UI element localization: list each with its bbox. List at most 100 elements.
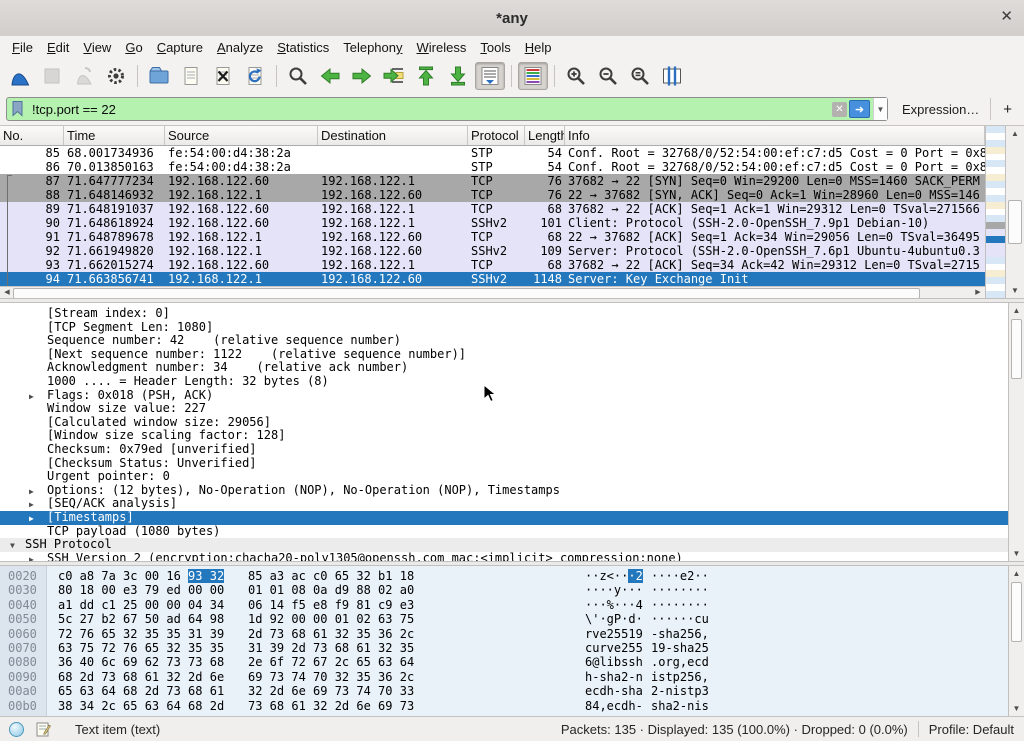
menu-analyze[interactable]: Analyze [211, 38, 271, 57]
packet-list-vscrollbar[interactable]: ▲ ▼ [1005, 126, 1024, 298]
detail-line[interactable]: ▶Flags: 0x018 (PSH, ACK) [0, 389, 1008, 403]
hex-row-0020[interactable]: 0020c0 a8 7a 3c 00 16 93 3285 a3 ac c0 6… [0, 569, 1008, 583]
expand-right-icon[interactable]: ▶ [29, 498, 34, 511]
detail-line[interactable]: Window size value: 227 [0, 402, 1008, 416]
detail-line[interactable]: [Next sequence number: 1122 (relative se… [0, 348, 1008, 362]
menu-view[interactable]: View [77, 38, 119, 57]
hex-row-0030[interactable]: 003080 18 00 e3 79 ed 00 0001 01 08 0a d… [0, 583, 1008, 597]
column-header-time[interactable]: Time [64, 126, 165, 145]
packet-row-91[interactable]: 9171.648789678192.168.122.1192.168.122.6… [0, 230, 985, 244]
go-last-button[interactable] [443, 62, 473, 90]
detail-line[interactable]: [Stream index: 0] [0, 307, 1008, 321]
detail-line[interactable]: ▼SSH Protocol [0, 538, 1008, 552]
column-header-source[interactable]: Source [165, 126, 318, 145]
go-forward-button[interactable] [347, 62, 377, 90]
hex-row-0040[interactable]: 0040a1 dd c1 25 00 00 04 3406 14 f5 e8 f… [0, 598, 1008, 612]
menu-statistics[interactable]: Statistics [271, 38, 337, 57]
titlebar[interactable]: *any ✕ [0, 0, 1024, 37]
detail-line[interactable]: Acknowledgment number: 34 (relative ack … [0, 361, 1008, 375]
detail-line[interactable]: [Window size scaling factor: 128] [0, 429, 1008, 443]
go-back-button[interactable] [315, 62, 345, 90]
detail-line[interactable]: [Calculated window size: 29056] [0, 416, 1008, 430]
scroll-left-icon[interactable]: ◀ [1, 287, 13, 298]
zoom-in-button[interactable] [561, 62, 591, 90]
details-vscrollbar[interactable]: ▲ ▼ [1008, 303, 1024, 561]
hex-row-00b0[interactable]: 00b038 34 2c 65 63 64 68 2d73 68 61 32 2… [0, 699, 1008, 713]
packet-row-89[interactable]: 8971.648191037192.168.122.60192.168.122.… [0, 202, 985, 216]
hex-row-0070[interactable]: 007063 75 72 76 65 32 35 3531 39 2d 73 6… [0, 641, 1008, 655]
packet-row-94[interactable]: 9471.663856741192.168.122.1192.168.122.6… [0, 272, 985, 286]
detail-line[interactable]: ▶SSH Version 2 (encryption:chacha20-poly… [0, 552, 1008, 561]
packet-row-86[interactable]: 8670.013850163fe:54:00:d4:38:2aSTP54Conf… [0, 160, 985, 174]
open-file-button[interactable] [144, 62, 174, 90]
detail-line[interactable]: 1000 .... = Header Length: 32 bytes (8) [0, 375, 1008, 389]
filter-dropdown-caret-icon[interactable]: ▼ [873, 98, 887, 120]
display-filter-input[interactable]: !tcp.port == 22 [26, 102, 832, 117]
menu-capture[interactable]: Capture [151, 38, 211, 57]
add-filter-button[interactable]: + [990, 98, 1018, 120]
bytes-vscrollbar[interactable]: ▲ ▼ [1008, 566, 1024, 716]
bytes-vscroll-thumb[interactable] [1011, 582, 1022, 642]
packet-row-92[interactable]: 9271.661949820192.168.122.1192.168.122.6… [0, 244, 985, 258]
expand-down-icon[interactable]: ▼ [10, 539, 15, 552]
menu-tools[interactable]: Tools [474, 38, 518, 57]
detail-line[interactable]: [TCP Segment Len: 1080] [0, 321, 1008, 335]
detail-line[interactable]: Checksum: 0x79ed [unverified] [0, 443, 1008, 457]
display-filter-field[interactable]: !tcp.port == 22 ✕ ➜ ▼ [6, 97, 888, 121]
auto-scroll-button[interactable] [475, 62, 505, 90]
column-header-info[interactable]: Info [565, 126, 985, 145]
packet-row-93[interactable]: 9371.662015274192.168.122.60192.168.122.… [0, 258, 985, 272]
find-packet-button[interactable] [283, 62, 313, 90]
zoom-out-button[interactable] [593, 62, 623, 90]
menu-help[interactable]: Help [519, 38, 560, 57]
details-vscroll-thumb[interactable] [1011, 319, 1022, 379]
menu-file[interactable]: File [6, 38, 41, 57]
packet-list-header[interactable]: No.TimeSourceDestinationProtocolLengthIn… [0, 126, 985, 146]
menu-wireless[interactable]: Wireless [411, 38, 475, 57]
packet-row-87[interactable]: 8771.647777234192.168.122.60192.168.122.… [0, 174, 985, 188]
packet-row-85[interactable]: 8568.001734936fe:54:00:d4:38:2aSTP54Conf… [0, 146, 985, 160]
menu-go[interactable]: Go [119, 38, 150, 57]
packet-row-88[interactable]: 8871.648146932192.168.122.1192.168.122.6… [0, 188, 985, 202]
detail-line[interactable]: ▶[Timestamps] [0, 511, 1008, 525]
detail-line[interactable]: [Checksum Status: Unverified] [0, 457, 1008, 471]
expert-info-icon[interactable] [9, 722, 24, 737]
hex-row-0050[interactable]: 00505c 27 b2 67 50 ad 64 981d 92 00 00 0… [0, 612, 1008, 626]
column-header-length[interactable]: Length [525, 126, 565, 145]
scroll-up-icon[interactable]: ▲ [1009, 567, 1024, 580]
close-file-button[interactable] [208, 62, 238, 90]
scroll-down-icon[interactable]: ▼ [1009, 547, 1024, 560]
zoom-original-button[interactable] [625, 62, 655, 90]
detail-line[interactable]: TCP payload (1080 bytes) [0, 525, 1008, 539]
start-capture-button[interactable] [5, 62, 35, 90]
detail-line[interactable]: ▶[SEQ/ACK analysis] [0, 497, 1008, 511]
detail-line[interactable]: ▶Options: (12 bytes), No-Operation (NOP)… [0, 484, 1008, 498]
intelligent-scrollbar-minimap[interactable] [985, 126, 1005, 298]
scroll-down-icon[interactable]: ▼ [1006, 284, 1024, 297]
menu-edit[interactable]: Edit [41, 38, 77, 57]
column-header-destination[interactable]: Destination [318, 126, 468, 145]
hex-row-00a0[interactable]: 00a065 63 64 68 2d 73 68 6132 2d 6e 69 7… [0, 684, 1008, 698]
resize-columns-button[interactable] [657, 62, 687, 90]
expand-right-icon[interactable]: ▶ [29, 485, 34, 498]
packet-list-hscrollbar[interactable]: ◀ ▶ [0, 286, 985, 298]
packet-list-vscroll-thumb[interactable] [1008, 200, 1022, 244]
go-first-button[interactable] [411, 62, 441, 90]
packet-row-90[interactable]: 9071.648618924192.168.122.60192.168.122.… [0, 216, 985, 230]
expand-right-icon[interactable]: ▶ [29, 390, 34, 403]
filter-apply-icon[interactable]: ➜ [849, 100, 870, 118]
colorize-button[interactable] [518, 62, 548, 90]
scroll-right-icon[interactable]: ▶ [972, 287, 984, 298]
save-file-button[interactable] [176, 62, 206, 90]
hex-row-0080[interactable]: 008036 40 6c 69 62 73 73 682e 6f 72 67 2… [0, 655, 1008, 669]
column-header-protocol[interactable]: Protocol [468, 126, 525, 145]
detail-line[interactable]: Sequence number: 42 (relative sequence n… [0, 334, 1008, 348]
close-icon[interactable]: ✕ [1000, 8, 1013, 26]
capture-comment-icon[interactable] [35, 721, 51, 737]
expression-button[interactable]: Expression… [902, 102, 979, 117]
profile-text[interactable]: Profile: Default [929, 722, 1014, 737]
capture-options-button[interactable] [101, 62, 131, 90]
detail-line[interactable]: Urgent pointer: 0 [0, 470, 1008, 484]
filter-clear-icon[interactable]: ✕ [832, 102, 847, 117]
expand-right-icon[interactable]: ▶ [29, 512, 34, 525]
